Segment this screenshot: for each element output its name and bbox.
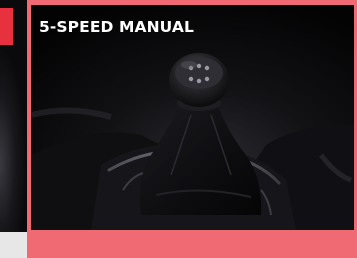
gear-shift-photo: 5-SPEED MANUAL [31, 5, 354, 230]
photo-title: 5-SPEED MANUAL [39, 18, 194, 36]
previous-card-edge[interactable] [0, 0, 27, 258]
previous-card-badge [0, 8, 13, 45]
card-footer-bar [27, 232, 357, 258]
feature-card: 5-SPEED MANUAL [0, 0, 357, 258]
previous-card-image [0, 45, 27, 258]
gear-shift-illustration [31, 5, 354, 230]
previous-card-footer [0, 232, 27, 258]
